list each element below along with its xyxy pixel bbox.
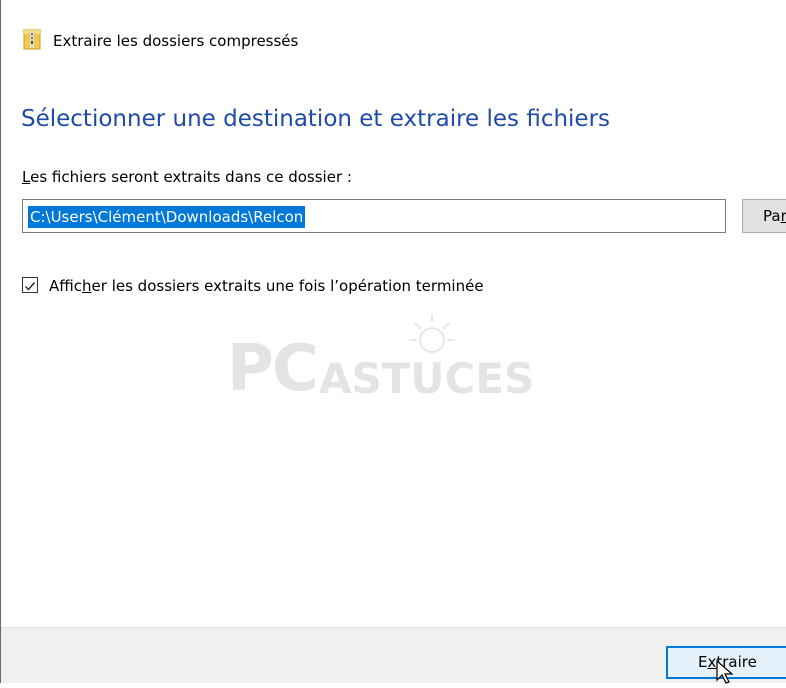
browse-label-start: Pa [763,207,781,225]
zip-folder-icon [23,28,41,50]
watermark-astuces-text: ASTUCES [319,354,535,403]
dialog-footer: Extraire [1,627,786,683]
checkmark-icon [25,282,36,291]
checkbox-label-start: Affic [49,277,83,295]
destination-folder-label: Les fichiers seront extraits dans ce dos… [22,168,352,186]
destination-path-value[interactable]: C:\Users\Clément\Downloads\Relcon [28,206,306,228]
folder-label-text: es fichiers seront extraits dans ce doss… [30,168,352,186]
window-title: Extraire les dossiers compressés [53,32,299,50]
destination-path-input[interactable]: C:\Users\Clément\Downloads\Relcon [22,199,726,233]
show-extracted-folders-checkbox[interactable] [22,277,38,293]
page-title: Sélectionner une destination et extraire… [21,106,611,132]
folder-label-mnemonic: L [22,168,31,186]
sun-icon [397,310,467,360]
watermark-pc-text: PC [227,332,319,406]
browse-button[interactable]: Par [742,199,786,233]
checkbox-label-end: er les dossiers extraits une fois l’opér… [91,277,484,295]
show-extracted-folders-label[interactable]: Afficher les dossiers extraits une fois … [49,275,484,297]
title-bar: Extraire les dossiers compressés [1,0,786,76]
pc-astuces-watermark: PC ASTUCES [227,310,567,420]
browse-label-mnemonic: r [781,207,786,225]
checkbox-label-mnemonic: h [82,277,92,295]
extract-dialog-window: Extraire les dossiers compressés Sélecti… [0,0,786,684]
mouse-pointer-icon [716,659,738,684]
